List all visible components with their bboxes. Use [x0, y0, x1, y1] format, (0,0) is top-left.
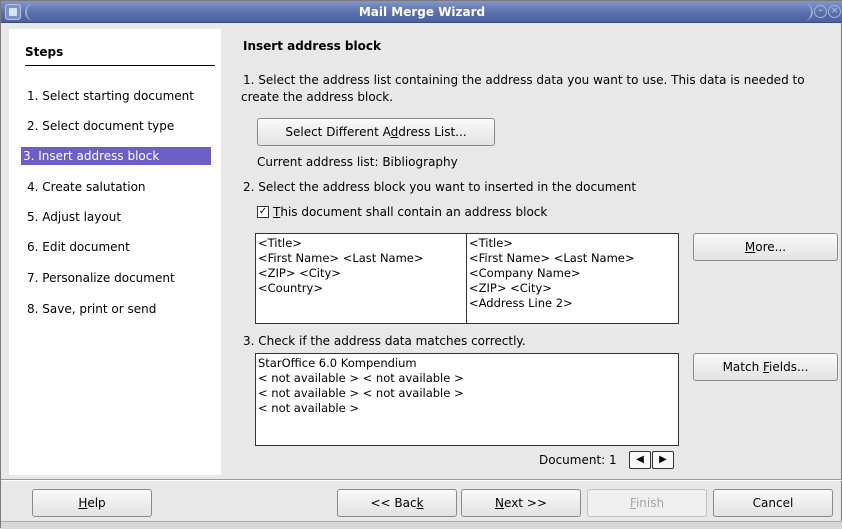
address-line: <ZIP> <City> — [469, 281, 552, 295]
app-menu-icon[interactable] — [5, 4, 21, 20]
step-adjust-layout[interactable]: 5. Adjust layout — [25, 208, 219, 226]
step-create-salutation[interactable]: 4. Create salutation — [25, 178, 219, 196]
step-personalize-document[interactable]: 7. Personalize document — [25, 269, 219, 287]
steps-panel: Steps 1. Select starting document 2. Sel… — [9, 29, 221, 475]
more-button[interactable]: More... — [693, 233, 838, 261]
steps-divider — [25, 65, 215, 66]
back-button[interactable]: << Back — [337, 489, 457, 517]
current-address-list: Current address list: Bibliography — [257, 155, 458, 169]
address-line: <ZIP> <City> — [258, 266, 341, 280]
titlebar-decoration-right — [803, 3, 813, 21]
instruction-1-line-2: create the address block. — [241, 90, 394, 104]
match-fields-button[interactable]: Match Fields... — [693, 353, 838, 381]
instruction-3: 3. Check if the address data matches cor… — [243, 334, 526, 348]
next-document-icon[interactable]: ▶ — [652, 451, 674, 469]
preview-line: StarOffice 6.0 Kompendium — [258, 356, 417, 370]
footer-separator-highlight — [1, 480, 842, 481]
address-line: <Address Line 2> — [469, 296, 573, 310]
mail-merge-wizard-window: Mail Merge Wizard – × Steps 1. Select st… — [0, 0, 842, 529]
preview-line: < not available > — [258, 401, 359, 415]
step-edit-document[interactable]: 6. Edit document — [25, 238, 219, 256]
instruction-2: 2. Select the address block you want to … — [243, 180, 637, 194]
window-title: Mail Merge Wizard — [358, 5, 486, 19]
previous-document-icon[interactable]: ◀ — [629, 451, 651, 469]
title-bar: Mail Merge Wizard – × — [1, 1, 842, 23]
address-line: <First Name> <Last Name> — [258, 251, 424, 265]
preview-line: < not available > < not available > — [258, 386, 464, 400]
cancel-button[interactable]: Cancel — [713, 489, 833, 517]
next-button[interactable]: Next >> — [461, 489, 581, 517]
address-line: <Company Name> — [469, 266, 581, 280]
address-block-option-2[interactable]: <Title> <First Name> <Last Name> <Compan… — [467, 233, 679, 324]
finish-button[interactable]: Finish — [587, 489, 707, 517]
main-panel: Insert address block 1. Select the addre… — [229, 29, 839, 475]
close-icon[interactable]: × — [828, 5, 841, 18]
help-button[interactable]: Help — [32, 489, 152, 517]
address-preview: StarOffice 6.0 Kompendium < not availabl… — [255, 353, 679, 446]
step-select-starting-document[interactable]: 1. Select starting document — [25, 87, 219, 105]
step-insert-address-block[interactable]: 3. Insert address block — [21, 147, 211, 165]
address-line: <Title> — [258, 236, 302, 250]
address-line: <Country> — [258, 281, 323, 295]
page-title: Insert address block — [243, 39, 381, 53]
step-save-print-send[interactable]: 8. Save, print or send — [25, 300, 219, 318]
address-block-option-1[interactable]: <Title> <First Name> <Last Name> <ZIP> <… — [255, 233, 467, 324]
address-line: <Title> — [469, 236, 513, 250]
titlebar-decoration — [25, 3, 35, 21]
contain-address-block-checkbox[interactable]: ✓ — [257, 206, 269, 218]
minimize-icon[interactable]: – — [814, 5, 827, 18]
document-counter: Document: 1 — [539, 453, 617, 467]
address-line: <First Name> <Last Name> — [469, 251, 635, 265]
document-navigation: ◀ ▶ — [629, 451, 679, 469]
preview-line: < not available > < not available > — [258, 371, 464, 385]
step-select-document-type[interactable]: 2. Select document type — [25, 117, 219, 135]
steps-title: Steps — [25, 45, 64, 59]
contain-address-block-label[interactable]: This document shall contain an address b… — [273, 205, 547, 219]
instruction-1-line-1: 1. Select the address list containing th… — [243, 73, 805, 87]
select-address-list-button[interactable]: Select Different Address List... — [257, 118, 495, 146]
